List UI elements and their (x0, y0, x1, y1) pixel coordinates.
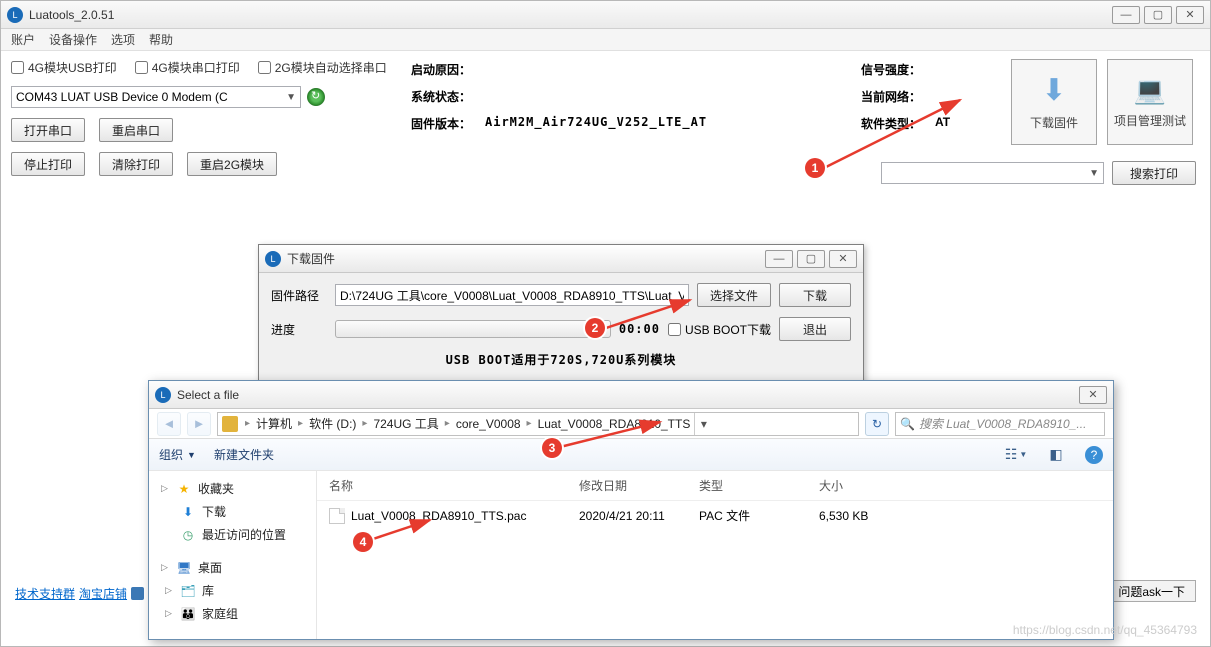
chk-4g-serial[interactable]: 4G模块串口打印 (135, 59, 240, 76)
download-firmware-button[interactable]: ⬇ 下载固件 (1011, 59, 1097, 145)
download-icon: ⬇ (1041, 73, 1066, 108)
reboot-port-button[interactable]: 重启串口 (99, 118, 173, 142)
chevron-down-icon: ▼ (286, 92, 296, 103)
usb-boot-note: USB BOOT适用于720S,720U系列模块 (271, 351, 851, 368)
tech-support-link[interactable]: 技术支持群 (15, 585, 75, 602)
search-print-button[interactable]: 搜索打印 (1112, 161, 1196, 185)
window-title: Luatools_2.0.51 (29, 8, 1112, 22)
nav-back-button[interactable]: ◄ (157, 412, 181, 436)
progress-time: 00:00 (619, 322, 660, 336)
file-dialog: L Select a file ✕ ◄ ► ▸计算机 ▸软件 (D:) ▸724… (148, 380, 1114, 640)
fw-min-button[interactable]: — (765, 250, 793, 268)
app-icon: L (7, 7, 23, 23)
organize-menu[interactable]: 组织▼ (159, 446, 196, 463)
value-swtype: AT (935, 115, 991, 132)
tree-homegroup[interactable]: ▷👪家庭组 (155, 602, 310, 625)
ask-button[interactable]: 问题ask一下 (1107, 580, 1196, 602)
menu-options[interactable]: 选项 (111, 31, 135, 48)
search-input[interactable]: 🔍 搜索 Luat_V0008_RDA8910_... (895, 412, 1105, 436)
file-row[interactable]: Luat_V0008_RDA8910_TTS.pac 2020/4/21 20:… (317, 501, 1113, 530)
file-list: 名称 修改日期 类型 大小 Luat_V0008_RDA8910_TTS.pac… (317, 471, 1113, 639)
link-icon (131, 587, 144, 600)
close-button[interactable]: ✕ (1176, 6, 1204, 24)
app-icon: L (265, 251, 281, 267)
marker-3: 3 (542, 438, 562, 458)
tree-libs[interactable]: ▷🗂库 (155, 579, 310, 602)
port-combo-value: COM43 LUAT USB Device 0 Modem (C (16, 90, 228, 104)
folder-tree: ▷★收藏夹 ⬇下载 ◷最近访问的位置 ▷🖥桌面 ▷🗂库 ▷👪家庭组 (149, 471, 317, 639)
file-toolbar: 组织▼ 新建文件夹 ☷▼ ◧ ? (149, 439, 1113, 471)
fw-dialog-title: 下载固件 (287, 250, 765, 267)
col-date[interactable]: 修改日期 (579, 477, 699, 494)
download-button[interactable]: 下载 (779, 283, 851, 307)
help-icon[interactable]: ? (1085, 446, 1103, 464)
marker-4: 4 (353, 532, 373, 552)
search-row: ▼ 搜索打印 (881, 161, 1196, 185)
taobao-shop-link[interactable]: 淘宝店铺 (79, 585, 127, 602)
new-folder-button[interactable]: 新建文件夹 (214, 446, 274, 463)
watermark: https://blog.csdn.net/qq_45364793 (1013, 623, 1197, 637)
preview-pane-button[interactable]: ◧ (1045, 444, 1067, 466)
tree-downloads[interactable]: ⬇下载 (155, 500, 310, 523)
col-size[interactable]: 大小 (819, 477, 939, 494)
stop-print-button[interactable]: 停止打印 (11, 152, 85, 176)
marker-1: 1 (805, 158, 825, 178)
label-signal: 信号强度： (861, 61, 935, 78)
label-sys-state: 系统状态： (411, 88, 485, 105)
titlebar: L Luatools_2.0.51 — ▢ ✕ (1, 1, 1210, 29)
minimize-button[interactable]: — (1112, 6, 1140, 24)
exit-button[interactable]: 退出 (779, 317, 851, 341)
progress-bar (335, 320, 611, 338)
laptop-icon: 💻 (1134, 75, 1166, 106)
file-icon (329, 508, 345, 524)
label-network: 当前网络： (861, 88, 935, 105)
tree-favorites[interactable]: ▷★收藏夹 (155, 477, 310, 500)
search-icon: 🔍 (900, 417, 915, 431)
usb-boot-checkbox[interactable]: USB BOOT下载 (668, 321, 771, 338)
open-port-button[interactable]: 打开串口 (11, 118, 85, 142)
label-fw-version: 固件版本： (411, 115, 485, 132)
reboot-2g-button[interactable]: 重启2G模块 (187, 152, 277, 176)
menubar: 账户 设备操作 选项 帮助 (1, 29, 1210, 51)
menu-help[interactable]: 帮助 (149, 31, 173, 48)
col-type[interactable]: 类型 (699, 477, 819, 494)
choose-file-button[interactable]: 选择文件 (697, 283, 771, 307)
file-dialog-title: Select a file (177, 388, 1079, 402)
clear-print-button[interactable]: 清除打印 (99, 152, 173, 176)
breadcrumb-bar: ◄ ► ▸计算机 ▸软件 (D:) ▸724UG 工具 ▸core_V0008 … (149, 409, 1113, 439)
fw-max-button[interactable]: ▢ (797, 250, 825, 268)
firmware-dialog: L 下载固件 — ▢ ✕ 固件路径 选择文件 下载 进度 00:00 USB B… (258, 244, 864, 394)
marker-2: 2 (585, 318, 605, 338)
chk-4g-usb[interactable]: 4G模块USB打印 (11, 59, 117, 76)
port-combo[interactable]: COM43 LUAT USB Device 0 Modem (C ▼ (11, 86, 301, 108)
view-mode-button[interactable]: ☷▼ (1005, 444, 1027, 466)
app-icon: L (155, 387, 171, 403)
maximize-button[interactable]: ▢ (1144, 6, 1172, 24)
col-name[interactable]: 名称 (329, 477, 579, 494)
label-swtype: 软件类型： (861, 115, 935, 132)
tree-recent[interactable]: ◷最近访问的位置 (155, 523, 310, 546)
fw-path-label: 固件路径 (271, 287, 327, 304)
nav-forward-button[interactable]: ► (187, 412, 211, 436)
chevron-down-icon: ▼ (1089, 168, 1099, 179)
label-boot-reason: 启动原因： (411, 61, 485, 78)
chevron-down-icon[interactable]: ▾ (694, 413, 712, 435)
menu-device[interactable]: 设备操作 (49, 31, 97, 48)
value-fw-version: AirM2M_Air724UG_V252_LTE_AT (485, 115, 771, 132)
project-test-button[interactable]: 💻 项目管理测试 (1107, 59, 1193, 145)
breadcrumb[interactable]: ▸计算机 ▸软件 (D:) ▸724UG 工具 ▸core_V0008 ▸Lua… (217, 412, 859, 436)
drive-icon (222, 416, 238, 432)
refresh-icon[interactable] (307, 88, 325, 106)
search-combo[interactable]: ▼ (881, 162, 1104, 184)
footer-links: 技术支持群 淘宝店铺 (15, 585, 144, 602)
progress-label: 进度 (271, 321, 327, 338)
fw-path-input[interactable] (335, 284, 689, 306)
menu-account[interactable]: 账户 (11, 31, 35, 48)
file-close-button[interactable]: ✕ (1079, 386, 1107, 404)
refresh-button[interactable]: ↻ (865, 412, 889, 436)
chk-2g-auto[interactable]: 2G模块自动选择串口 (258, 59, 387, 76)
fw-close-button[interactable]: ✕ (829, 250, 857, 268)
tree-desktop[interactable]: ▷🖥桌面 (155, 556, 310, 579)
